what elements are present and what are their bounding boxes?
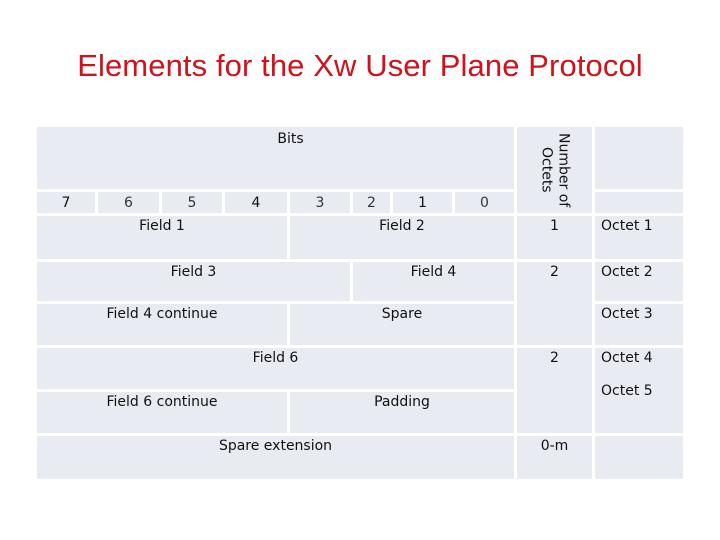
octet-count-cell: 2 xyxy=(517,348,595,436)
octet-label-cell: Octet 2 xyxy=(595,262,683,304)
bit-number-cell: 7 xyxy=(37,192,98,216)
padding-cell: Padding xyxy=(290,392,517,436)
field-6-cell: Field 6 xyxy=(37,348,517,392)
field-4-continue-cell: Field 4 continue xyxy=(37,304,290,348)
octet-label-cell: Octet 1 xyxy=(595,216,683,262)
bit-number-cell: 3 xyxy=(290,192,353,216)
field-4-cell: Field 4 xyxy=(353,262,517,304)
bit-number-cell: 1 xyxy=(393,192,455,216)
bit-number-cell: 4 xyxy=(225,192,290,216)
octet-label-cell xyxy=(595,436,683,479)
octet-label-cell: Octet 4 Octet 5 xyxy=(595,348,683,436)
spare-cell: Spare xyxy=(290,304,517,348)
bit-number-cell: 6 xyxy=(98,192,162,216)
field-3-cell: Field 3 xyxy=(37,262,353,304)
field-6-continue-cell: Field 6 continue xyxy=(37,392,290,436)
octet-count-cell: 1 xyxy=(517,216,595,262)
octet-label-cell xyxy=(595,192,683,216)
bit-number-cell: 2 xyxy=(353,192,393,216)
field-2-cell: Field 2 xyxy=(290,216,517,262)
page-title: Elements for the Xw User Plane Protocol xyxy=(77,48,643,83)
bits-header-label: Bits xyxy=(277,131,304,147)
octet-label: Octet 5 xyxy=(601,383,653,399)
octets-header-cell: Number of Octets xyxy=(517,127,595,216)
octet-count-cell: 2 xyxy=(517,262,595,348)
spare-extension-cell: Spare extension xyxy=(37,436,517,479)
protocol-frame-table: Bits Number of Octets 7 6 5 4 3 2 1 0 Fi… xyxy=(37,127,683,479)
octet-label: Octet 4 xyxy=(601,350,653,366)
bit-number-cell: 5 xyxy=(162,192,225,216)
octet-label-header-cell xyxy=(595,127,683,192)
field-1-cell: Field 1 xyxy=(37,216,290,262)
bits-header-cell: Bits xyxy=(37,127,517,192)
octet-label-cell: Octet 3 xyxy=(595,304,683,348)
octet-count-cell: 0-m xyxy=(517,436,595,479)
bit-number-cell: 0 xyxy=(455,192,517,216)
octets-header-label: Number of Octets xyxy=(538,133,572,208)
